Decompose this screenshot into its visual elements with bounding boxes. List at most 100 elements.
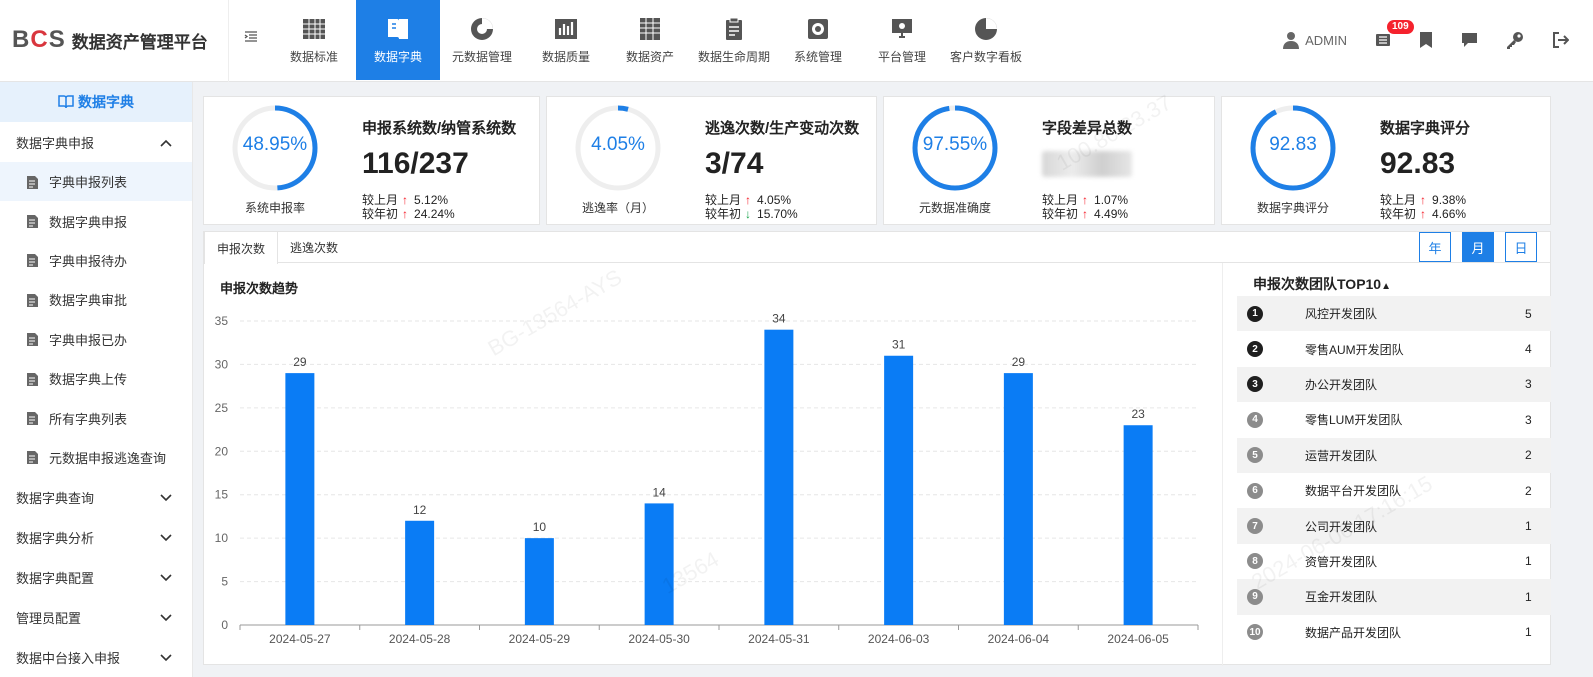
ranking-row: 8 资管开发团队 1 <box>1237 544 1551 579</box>
sidebar-item-7[interactable]: 元数据申报逃逸查询 <box>0 438 192 477</box>
chart-panel: 申报次数 逃逸次数 年月日 申报次数趋势 0 5 10 15 20 25 30 35 29 2024… <box>203 231 1551 666</box>
x-tick-label: 2024-05-28 <box>389 632 451 646</box>
team-count: 1 <box>1525 589 1532 604</box>
app-logo[interactable]: BCS 数据资产管理平台 <box>12 24 208 56</box>
team-name: 办公开发团队 <box>1305 377 1378 392</box>
card-value: 3/74 <box>705 147 764 180</box>
ranking-row: 9 互金开发团队 1 <box>1237 579 1551 615</box>
card-title: 数据字典评分 <box>1380 120 1471 137</box>
bar-2024-05-30[interactable] <box>644 503 674 625</box>
chevron-up-icon <box>160 135 172 150</box>
bar-value-label: 14 <box>652 485 666 499</box>
sidebar-group-0[interactable]: 数据字典申报 <box>0 122 192 162</box>
sidebar-group-4[interactable]: 管理员配置 <box>0 597 192 637</box>
nav-label: 系统管理 <box>793 49 842 64</box>
bookmark-button[interactable] <box>1419 31 1433 49</box>
sidebar-item-label: 数据字典上传 <box>49 372 128 388</box>
change-password-button[interactable] <box>1506 31 1524 49</box>
bar-chart-icon <box>555 18 577 39</box>
key-icon <box>1507 32 1523 49</box>
arrow-up-icon: ↑ <box>402 207 409 221</box>
menu-collapse-icon[interactable] <box>243 30 259 46</box>
sidebar-group-5[interactable]: 数据中台接入申报 <box>0 637 192 677</box>
sidebar-group-1[interactable]: 数据字典查询 <box>0 477 192 517</box>
bar-2024-05-31[interactable] <box>764 329 794 625</box>
rank-number: 5 <box>1247 447 1263 464</box>
sidebar-item-4[interactable]: 字典申报已办 <box>0 320 192 359</box>
chart-tabs: 申报次数 逃逸次数 <box>204 232 1550 264</box>
nav-item-0[interactable]: 数据标准 <box>272 0 356 80</box>
bar-value-label: 10 <box>533 520 547 534</box>
sidebar-item-label: 字典申报已办 <box>49 332 128 348</box>
rank-number: 8 <box>1247 553 1263 570</box>
nav-label: 数据标准 <box>289 49 338 64</box>
team-count: 1 <box>1525 554 1532 569</box>
rank-number: 9 <box>1247 588 1263 605</box>
sidebar-item-5[interactable]: 数据字典上传 <box>0 359 192 398</box>
bar-2024-06-05[interactable] <box>1123 425 1153 625</box>
sidebar-item-2[interactable]: 字典申报待办 <box>0 241 192 280</box>
arrow-up-icon: ↑ <box>1420 207 1427 221</box>
sidebar-group-label: 数据字典配置 <box>16 570 95 586</box>
ranking-list: 1 风控开发团队 5 2 零售AUM开发团队 4 3 办公开发团队 3 4 零售LUM开发团队 3 5 运… <box>1237 296 1551 650</box>
bar-2024-05-27[interactable] <box>285 373 315 625</box>
compare-value: 4.49% <box>1094 207 1129 221</box>
tab-0[interactable]: 申报次数 <box>204 232 279 264</box>
ranking-row: 4 零售LUM开发团队 3 <box>1237 402 1551 437</box>
nav-item-6[interactable]: 系统管理 <box>776 0 860 80</box>
sidebar-group-3[interactable]: 数据字典配置 <box>0 557 192 597</box>
nav-item-7[interactable]: 平台管理 <box>860 0 944 80</box>
team-count: 2 <box>1525 483 1532 498</box>
sort-icon[interactable]: ▲︎ <box>1381 281 1391 292</box>
sidebar-item-label: 字典申报列表 <box>49 175 128 191</box>
sidebar-item-3[interactable]: 数据字典审批 <box>0 280 192 319</box>
sidebar-item-6[interactable]: 所有字典列表 <box>0 398 192 437</box>
card-title: 申报系统数/纳管系统数 <box>362 120 517 137</box>
rank-number: 2 <box>1247 341 1263 358</box>
nav-item-4[interactable]: 数据资产 <box>608 0 692 80</box>
ranking-divider <box>1222 263 1223 666</box>
period-button-1[interactable]: 月 <box>1462 232 1494 262</box>
nav-item-3[interactable]: 数据质量 <box>524 0 608 80</box>
bar-value-label: 34 <box>772 312 786 326</box>
document-icon <box>26 411 40 426</box>
ring-label: 数据字典评分 <box>1256 201 1329 215</box>
notifications-button[interactable]: 109 <box>1375 20 1414 48</box>
nav-label: 数据字典 <box>373 49 422 64</box>
sidebar-group-label: 数据中台接入申报 <box>16 650 121 666</box>
compare-label: 较年初 <box>362 207 399 221</box>
bar-2024-05-29[interactable] <box>524 538 554 625</box>
logo-mark: BCS <box>12 26 66 53</box>
tab-1[interactable]: 逃逸次数 <box>278 232 350 263</box>
nav-label: 数据质量 <box>541 49 590 64</box>
stat-card-0: 48.95% 系统申报率 申报系统数/纳管系统数 116/237 较上月 ↑ 5.12% 较年… <box>203 96 540 225</box>
period-button-0[interactable]: 年 <box>1419 232 1451 262</box>
compare-value: 24.24% <box>414 207 455 221</box>
bar-2024-06-04[interactable] <box>1003 373 1033 625</box>
user-profile[interactable]: ADMIN <box>1283 31 1347 49</box>
card-compare-2: 较年初 ↑ 4.66% <box>1380 205 1466 222</box>
document-icon <box>26 175 40 189</box>
sidebar-item-0[interactable]: 字典申报列表 <box>0 162 192 202</box>
x-tick-label: 2024-06-03 <box>868 632 930 646</box>
logout-button[interactable] <box>1552 32 1569 48</box>
sidebar-group-2[interactable]: 数据字典分析 <box>0 517 192 557</box>
compare-value: 4.66% <box>1432 207 1467 221</box>
bar-2024-06-03[interactable] <box>884 355 914 625</box>
chevron-down-icon <box>160 490 172 505</box>
sidebar-title: 数据字典 <box>0 82 192 122</box>
arrow-down-icon: ↓ <box>745 207 752 221</box>
period-button-2[interactable]: 日 <box>1505 232 1537 262</box>
message-button[interactable] <box>1461 32 1478 48</box>
y-tick-label: 10 <box>215 531 229 545</box>
nav-item-1[interactable]: 数据字典 <box>356 0 440 80</box>
nav-item-8[interactable]: 客户数字看板 <box>944 0 1028 80</box>
compare-label: 较年初 <box>705 207 742 221</box>
sidebar-item-1[interactable]: 数据字典申报 <box>0 201 192 240</box>
sidebar-group-label: 管理员配置 <box>16 610 82 626</box>
nav-item-5[interactable]: 数据生命周期 <box>692 0 776 80</box>
bar-2024-05-28[interactable] <box>405 520 435 625</box>
y-tick-label: 35 <box>215 314 229 328</box>
nav-item-2[interactable]: 元数据管理 <box>440 0 524 80</box>
document-icon <box>26 332 40 347</box>
